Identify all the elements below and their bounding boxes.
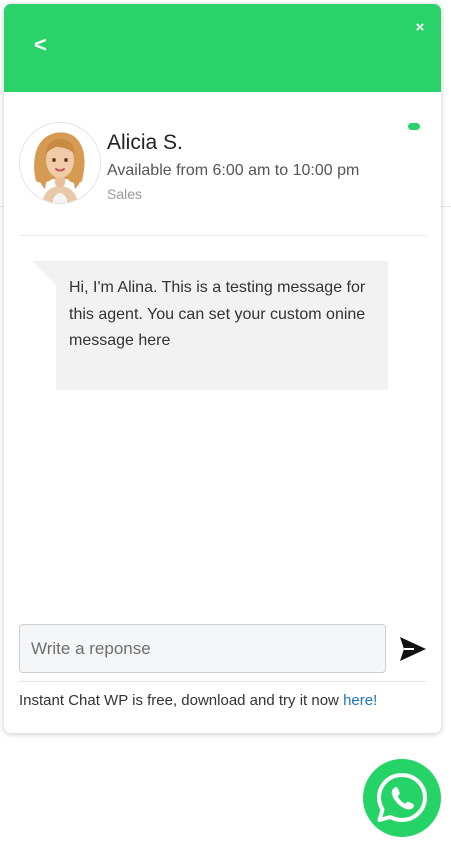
- promo-footer: Instant Chat WP is free, download and tr…: [19, 692, 377, 709]
- agent-name: Alicia S.: [107, 131, 183, 154]
- close-button[interactable]: ×: [412, 20, 428, 36]
- send-icon: [400, 637, 426, 661]
- agent-info: Alicia S. Available from 6:00 am to 10:0…: [19, 122, 429, 206]
- footer-divider: [19, 681, 427, 682]
- back-button[interactable]: <: [34, 34, 54, 56]
- agent-message-bubble: Hi, I'm Alina. This is a testing message…: [56, 261, 388, 390]
- whatsapp-launcher-button[interactable]: [363, 759, 441, 837]
- chat-header: < ×: [4, 4, 441, 92]
- message-bubble-tail: [32, 261, 56, 285]
- send-button[interactable]: [398, 635, 428, 663]
- chat-window: < × Alicia S. Available from 6:00 am to …: [4, 4, 441, 733]
- online-status-indicator: [408, 123, 420, 130]
- female-avatar-icon: [20, 123, 100, 203]
- agent-avatar: [19, 122, 101, 204]
- whatsapp-icon: [377, 773, 427, 822]
- promo-text: Instant Chat WP is free, download and tr…: [19, 692, 344, 709]
- promo-download-link[interactable]: here!: [343, 692, 377, 709]
- agent-availability: Available from 6:00 am to 10:00 pm: [107, 162, 360, 179]
- agent-department: Sales: [107, 186, 143, 202]
- reply-input[interactable]: [19, 624, 386, 673]
- agent-divider: [19, 235, 427, 236]
